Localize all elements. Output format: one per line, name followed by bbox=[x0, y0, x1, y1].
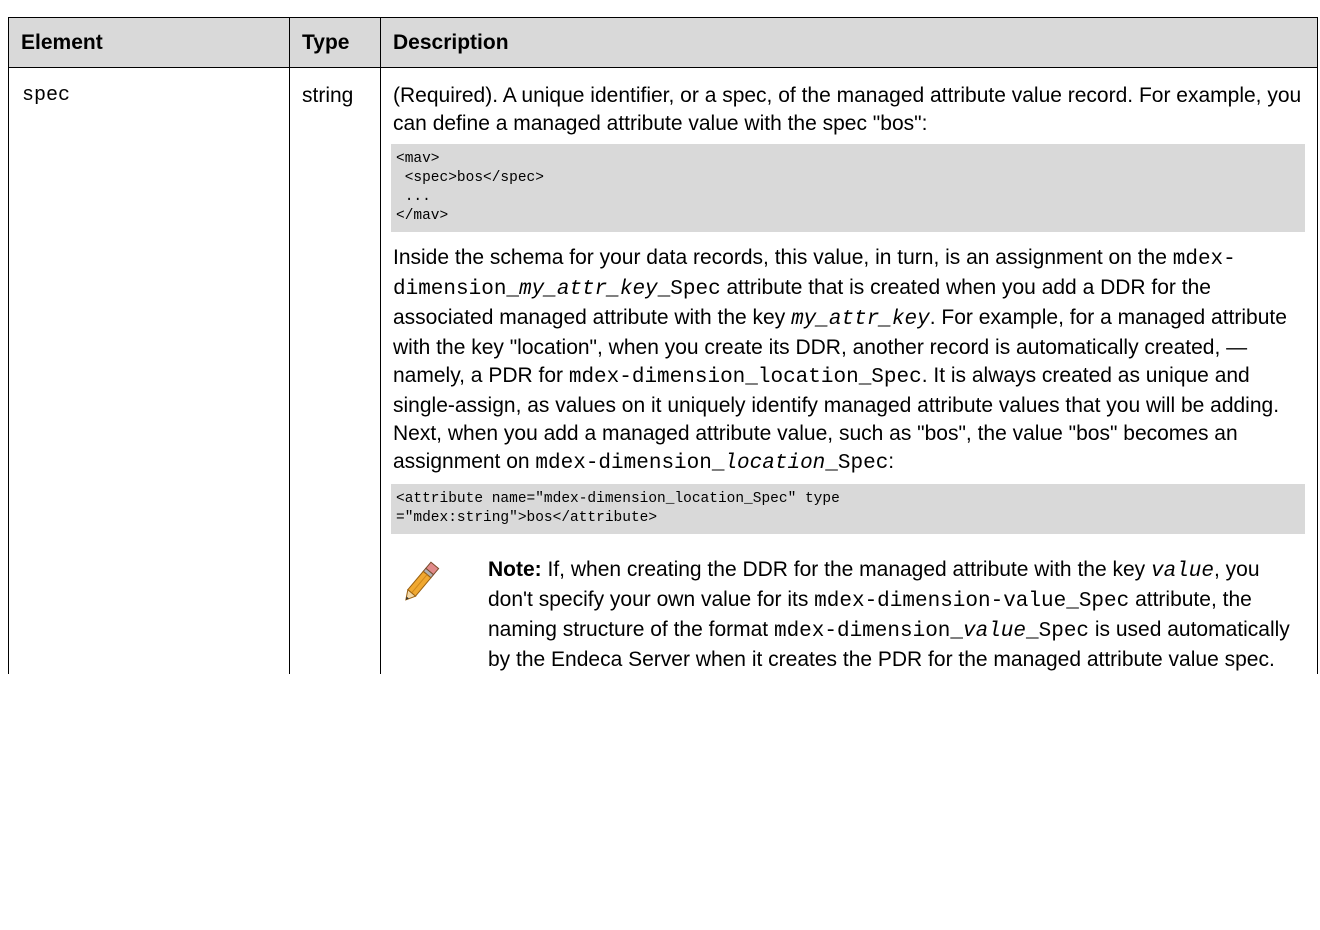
description-paragraph-2: Inside the schema for your data records,… bbox=[393, 246, 1287, 475]
code-block-mav: <mav> <spec>bos</spec> ... </mav> bbox=[391, 144, 1305, 232]
pencil-icon bbox=[393, 556, 488, 674]
attribute-table: Element Type Description spec string (Re… bbox=[8, 17, 1318, 674]
header-description: Description bbox=[380, 17, 1318, 68]
table-header-row: Element Type Description bbox=[8, 17, 1318, 68]
note-text: Note: If, when creating the DDR for the … bbox=[488, 558, 1290, 671]
header-type: Type bbox=[289, 17, 381, 68]
cell-element: spec bbox=[8, 67, 290, 674]
code-block-attribute: <attribute name="mdex-dimension_location… bbox=[391, 484, 1305, 534]
cell-type: string bbox=[289, 67, 381, 674]
note-box: Note: If, when creating the DDR for the … bbox=[393, 556, 1305, 674]
table-row: spec string (Required). A unique identif… bbox=[8, 67, 1318, 674]
cell-description: (Required). A unique identifier, or a sp… bbox=[380, 67, 1318, 674]
header-element: Element bbox=[8, 17, 290, 68]
description-paragraph-1: (Required). A unique identifier, or a sp… bbox=[393, 84, 1302, 135]
